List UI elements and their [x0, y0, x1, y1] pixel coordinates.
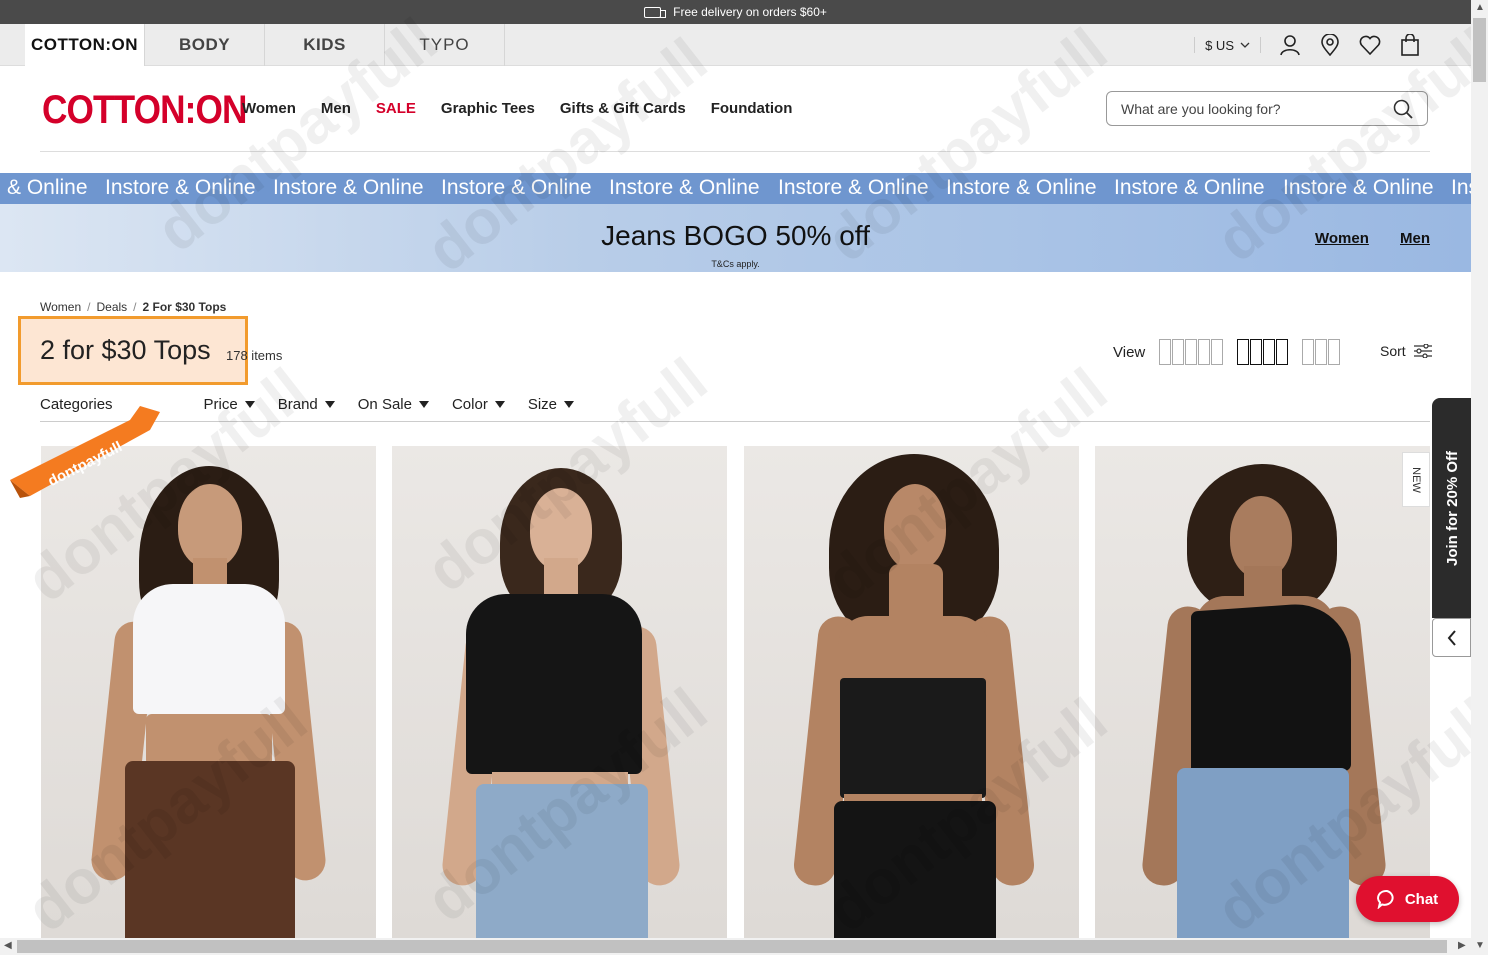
promo-link-men[interactable]: Men	[1400, 230, 1430, 247]
filter-label: Size	[527, 396, 558, 413]
filter-label: On Sale	[357, 396, 412, 413]
filter-on-sale[interactable]: On Sale	[358, 396, 429, 413]
chevron-down-icon	[1240, 42, 1250, 48]
main-nav: Women Men SALE Graphic Tees Gifts & Gift…	[242, 100, 792, 117]
nav-foundation[interactable]: Foundation	[711, 100, 793, 117]
site-header: COTTON:ON Women Men SALE Graphic Tees Gi…	[0, 66, 1471, 152]
collapse-panel-button[interactable]	[1432, 618, 1471, 657]
breadcrumb-separator: /	[133, 300, 137, 314]
free-delivery-banner: Free delivery on orders $60+	[0, 0, 1471, 24]
ticker-item: Instore & Online	[1283, 176, 1434, 199]
nav-sale[interactable]: SALE	[376, 100, 416, 117]
sort-label: Sort	[1380, 343, 1406, 359]
search-placeholder: What are you looking for?	[1121, 100, 1281, 117]
breadcrumb: Women / Deals / 2 For $30 Tops	[40, 300, 226, 314]
header-divider	[40, 151, 1430, 152]
search-input[interactable]: What are you looking for?	[1106, 91, 1428, 126]
filter-size[interactable]: Size	[527, 396, 575, 413]
filter-label: Price	[203, 396, 238, 413]
product-card[interactable]	[1095, 446, 1430, 938]
scroll-up-icon[interactable]: ▲	[1475, 2, 1485, 13]
shopping-bag-icon[interactable]	[1399, 34, 1421, 56]
dropdown-arrow-icon	[244, 401, 255, 408]
filter-label: Color	[451, 396, 488, 413]
new-label: NEW	[1409, 466, 1422, 493]
horizontal-scrollbar[interactable]: ◀ ▶	[0, 938, 1471, 955]
ticker-item: Instore & Online	[105, 176, 256, 199]
currency-selector[interactable]: $ US	[1194, 37, 1261, 53]
nav-gifts[interactable]: Gifts & Gift Cards	[560, 100, 686, 117]
join-promo-panel[interactable]: Join for 20% Off	[1432, 398, 1472, 618]
promo-title: Jeans BOGO 50% off	[601, 220, 870, 251]
new-tab[interactable]: NEW	[1402, 452, 1430, 507]
view-label: View	[1113, 343, 1146, 361]
ticker-item: Instore & Online	[273, 176, 424, 199]
nav-women[interactable]: Women	[242, 100, 296, 117]
promo-ticker: & Online Instore & Online Instore & Onli…	[0, 173, 1471, 204]
breadcrumb-current: 2 For $30 Tops	[142, 300, 227, 314]
ticker-item: & Online	[7, 176, 88, 199]
ticker-item: Instore & Online	[609, 176, 760, 199]
dropdown-arrow-icon	[418, 401, 429, 408]
currency-label: $ US	[1205, 37, 1234, 53]
brand-tab-typo[interactable]: TYPO	[385, 24, 505, 66]
brand-bar: COTTON:ON BODY KIDS TYPO $ US	[0, 24, 1471, 66]
dropdown-arrow-icon	[494, 401, 505, 408]
view-controls: View	[1113, 339, 1341, 365]
account-icon[interactable]	[1279, 34, 1301, 56]
free-delivery-text: Free delivery on orders $60+	[673, 5, 827, 19]
ticker-item: Instore & Online	[1114, 176, 1265, 199]
sort-button[interactable]: Sort	[1380, 343, 1432, 359]
product-card[interactable]	[41, 446, 376, 938]
grid-5-columns-icon[interactable]	[1159, 339, 1224, 365]
filter-brand[interactable]: Brand	[278, 396, 335, 413]
nav-men[interactable]: Men	[321, 100, 351, 117]
sliders-icon	[1413, 344, 1432, 358]
ticker-item: Instore & Online	[946, 176, 1097, 199]
chat-button[interactable]: Chat	[1356, 876, 1459, 922]
horizontal-scroll-thumb[interactable]	[17, 940, 1447, 953]
filter-price[interactable]: Price	[204, 396, 255, 413]
product-card[interactable]	[392, 446, 727, 938]
page-title: 2 for $30 Tops	[40, 335, 211, 365]
scroll-down-icon[interactable]: ▼	[1475, 940, 1485, 951]
filter-divider	[40, 421, 1430, 422]
ticker-item: Instore & Online	[778, 176, 929, 199]
brand-tab-kids[interactable]: KIDS	[265, 24, 385, 66]
search-icon[interactable]	[1393, 99, 1413, 119]
promo-link-women[interactable]: Women	[1315, 230, 1369, 247]
grid-4-columns-icon[interactable]	[1237, 339, 1289, 365]
promo-terms[interactable]: T&Cs apply.	[0, 259, 1471, 269]
breadcrumb-separator: /	[87, 300, 91, 314]
product-card[interactable]	[744, 446, 1079, 938]
vertical-scrollbar[interactable]: ▲ ▼	[1471, 0, 1488, 955]
cotton-on-logo[interactable]: COTTON:ON	[42, 88, 247, 133]
brand-tab-body[interactable]: BODY	[145, 24, 265, 66]
dontpayfull-ribbon: dontpayfull	[10, 406, 160, 498]
breadcrumb-women[interactable]: Women	[40, 300, 81, 314]
chat-label: Chat	[1404, 890, 1439, 908]
ticker-item: Instore & Online	[441, 176, 592, 199]
store-locator-icon[interactable]	[1319, 34, 1341, 56]
grid-3-columns-icon[interactable]	[1302, 339, 1341, 365]
truck-icon	[644, 6, 667, 18]
scroll-right-icon[interactable]: ▶	[1458, 940, 1466, 951]
ticker-item: Ins	[1451, 176, 1471, 199]
brand-tab-cotton-on[interactable]: COTTON:ON	[25, 24, 145, 66]
dropdown-arrow-icon	[324, 401, 335, 408]
join-label: Join for 20% Off	[1443, 450, 1461, 566]
scroll-left-icon[interactable]: ◀	[4, 940, 12, 951]
vertical-scroll-thumb[interactable]	[1473, 18, 1486, 82]
nav-graphic-tees[interactable]: Graphic Tees	[441, 100, 535, 117]
item-count: 178 items	[226, 348, 283, 363]
wishlist-heart-icon[interactable]	[1359, 34, 1381, 56]
filter-color[interactable]: Color	[452, 396, 505, 413]
breadcrumb-deals[interactable]: Deals	[96, 300, 127, 314]
chevron-left-icon	[1447, 629, 1456, 646]
filter-label: Brand	[277, 396, 318, 413]
chat-bubble-icon	[1376, 889, 1394, 909]
dropdown-arrow-icon	[564, 401, 575, 408]
jeans-promo-banner[interactable]: Jeans BOGO 50% off T&Cs apply. Women Men	[0, 204, 1471, 272]
